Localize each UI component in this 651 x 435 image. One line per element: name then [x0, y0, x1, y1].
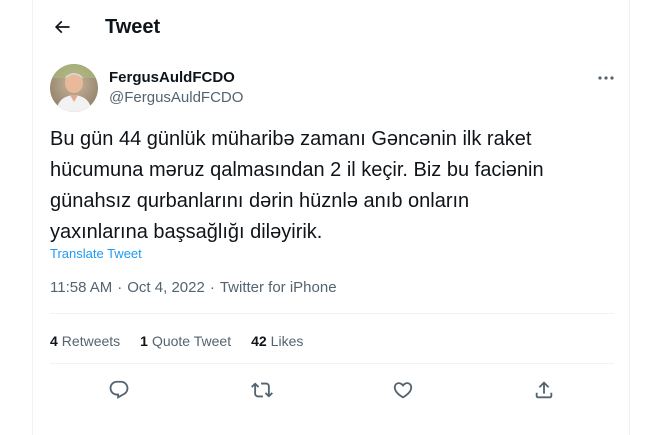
tweet-stats: 4 Retweets 1 Quote Tweet 42 Likes [50, 333, 323, 349]
tweet-detail-column: Tweet FergusAuldFCDO @FergusAuldFCDO Bu … [32, 0, 630, 435]
reply-button[interactable] [105, 376, 133, 404]
divider [50, 363, 614, 364]
likes-label: Likes [270, 333, 304, 349]
share-button[interactable] [530, 376, 558, 404]
likes-stat[interactable]: 42 Likes [251, 333, 303, 349]
meta-separator: · [117, 279, 123, 296]
more-icon [597, 75, 615, 81]
user-handle[interactable]: @FergusAuldFCDO [109, 89, 243, 107]
quote-tweets-stat[interactable]: 1 Quote Tweet [140, 333, 231, 349]
back-button[interactable] [47, 12, 77, 42]
meta-separator: · [209, 279, 215, 296]
arrow-left-icon [52, 17, 72, 37]
translate-tweet-link[interactable]: Translate Tweet [50, 246, 142, 262]
avatar[interactable] [50, 64, 98, 112]
like-icon [392, 379, 414, 401]
header: Tweet [33, 0, 629, 53]
like-button[interactable] [389, 376, 417, 404]
tweet-meta: 11:58 AM · Oct 4, 2022 · Twitter for iPh… [50, 279, 337, 297]
more-options-button[interactable] [591, 66, 621, 90]
retweets-stat[interactable]: 4 Retweets [50, 333, 120, 349]
quotes-label: Quote Tweet [151, 333, 232, 349]
display-name[interactable]: FergusAuldFCDO [109, 69, 235, 87]
quotes-count: 1 [140, 333, 148, 349]
retweet-icon [251, 379, 273, 401]
tweet-time[interactable]: 11:58 AM [50, 279, 112, 297]
retweets-count: 4 [50, 333, 58, 349]
retweet-button[interactable] [248, 376, 276, 404]
likes-count: 42 [251, 333, 267, 349]
tweet-source[interactable]: Twitter for iPhone [220, 279, 337, 297]
tweet-text: Bu gün 44 günlük müharibə zamanı Gəncəni… [50, 128, 544, 243]
divider [50, 313, 614, 314]
retweets-label: Retweets [61, 333, 121, 349]
share-icon [533, 379, 555, 401]
tweet-date[interactable]: Oct 4, 2022 [127, 279, 205, 297]
page-title: Tweet [105, 16, 161, 38]
reply-icon [108, 379, 130, 401]
